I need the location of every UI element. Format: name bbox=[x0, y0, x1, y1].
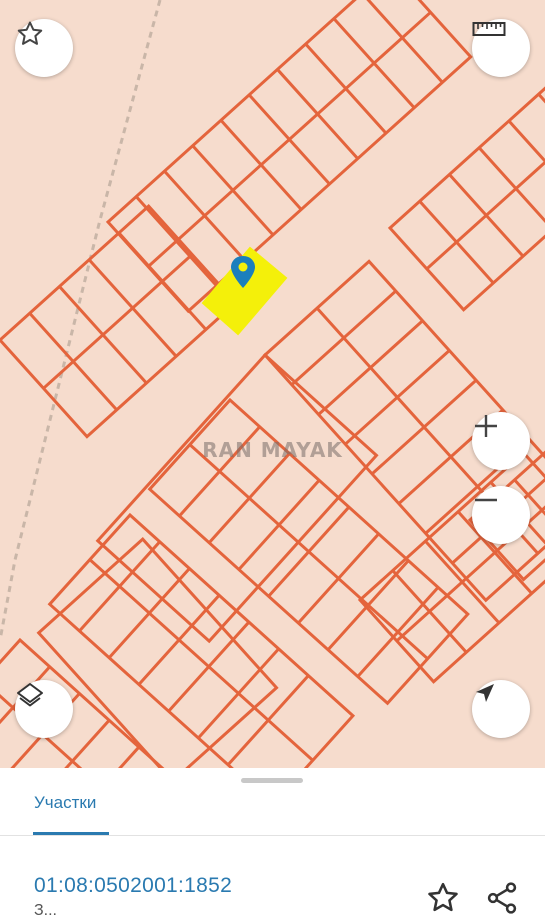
ruler-button[interactable] bbox=[472, 19, 530, 77]
plus-icon bbox=[475, 415, 497, 437]
map-view[interactable]: RAN MAYAK bbox=[0, 0, 545, 768]
layers-icon bbox=[17, 683, 43, 707]
parcel-subtitle: З... bbox=[34, 902, 57, 919]
parcel-block-g bbox=[36, 537, 279, 768]
zoom-in-button[interactable] bbox=[472, 412, 530, 470]
ruler-icon bbox=[472, 22, 506, 36]
favorite-button[interactable] bbox=[15, 19, 73, 77]
locate-button[interactable] bbox=[472, 680, 530, 738]
sheet-favorite-button[interactable] bbox=[425, 880, 461, 912]
cadastral-number[interactable]: 01:08:0502001:1852 bbox=[34, 874, 232, 898]
minus-icon bbox=[475, 498, 497, 502]
parcel-block-d bbox=[0, 204, 238, 439]
zoom-out-button[interactable] bbox=[472, 486, 530, 544]
tab-divider bbox=[0, 835, 545, 836]
layers-button[interactable] bbox=[15, 680, 73, 738]
parcel-block-i bbox=[357, 450, 545, 684]
parcel-block-b bbox=[387, 51, 545, 312]
share-button[interactable] bbox=[484, 880, 520, 914]
parcel-block-a bbox=[105, 0, 473, 314]
navigation-arrow-icon bbox=[476, 684, 494, 702]
parcel-grid bbox=[0, 0, 545, 768]
star-outline-icon bbox=[17, 21, 43, 45]
share-icon bbox=[487, 882, 517, 914]
star-outline-icon bbox=[428, 882, 458, 912]
watermark: RAN MAYAK bbox=[202, 438, 343, 462]
sheet-drag-handle[interactable] bbox=[241, 778, 303, 783]
tab-parcels[interactable]: Участки bbox=[34, 793, 96, 813]
